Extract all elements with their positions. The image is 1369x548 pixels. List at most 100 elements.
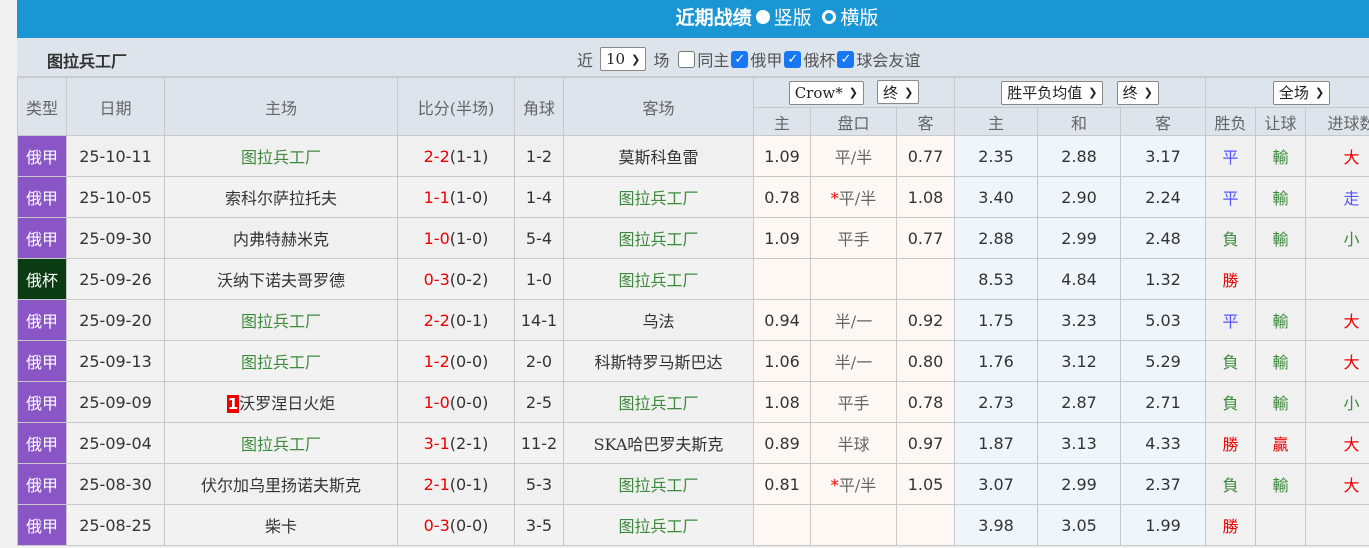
home-team-name[interactable]: 柴卡 (265, 517, 297, 536)
league-badge[interactable]: 俄甲 (17, 176, 67, 218)
away-team-name[interactable]: 图拉兵工厂 (618, 271, 698, 290)
away-team-name[interactable]: 图拉兵工厂 (618, 394, 698, 413)
rank-badge: 1 (226, 395, 240, 413)
handicap-stage-select[interactable]: 终 ❯ (877, 80, 920, 105)
score[interactable]: 2-2(0-1) (397, 299, 515, 341)
home-team-name[interactable]: 伏尔加乌里扬诺夫斯克 (201, 476, 361, 495)
panel-header: 近期战绩 竖版 横版 (17, 0, 1369, 38)
col-result: 胜负 (1205, 107, 1257, 136)
away-team-name[interactable]: 图拉兵工厂 (618, 230, 698, 249)
euro-draw-odds: 2.88 (1037, 135, 1121, 177)
checkbox-0[interactable] (678, 50, 696, 68)
full-score: 0-3 (423, 269, 450, 289)
league-badge[interactable]: 俄甲 (17, 381, 67, 423)
league-badge[interactable]: 俄甲 (17, 422, 67, 464)
handicap-line: 平/半 (810, 135, 897, 177)
handicap-line: 半球 (810, 422, 897, 464)
euro-home-odds: 2.73 (954, 381, 1038, 423)
score[interactable]: 1-0(1-0) (397, 217, 515, 259)
handicap-group: Crow* ❯ 终 ❯ (753, 77, 955, 108)
league-badge[interactable]: 俄甲 (17, 299, 67, 341)
goals-result: 大 (1305, 340, 1369, 382)
away-team-name[interactable]: 图拉兵工厂 (618, 476, 698, 495)
score[interactable]: 1-2(0-0) (397, 340, 515, 382)
league-badge[interactable]: 俄甲 (17, 340, 67, 382)
home-team: 1沃罗涅日火炬 (164, 381, 398, 423)
table-row: 俄甲 25-08-30 伏尔加乌里扬诺夫斯克 2-1(0-1) 5-3 图拉兵工厂 0.81… (17, 463, 1369, 505)
checkbox-1[interactable]: ✓ (731, 50, 749, 68)
match-date: 25-09-04 (66, 422, 165, 464)
handicap-line-value: 半/一 (834, 353, 873, 372)
home-team-name[interactable]: 沃罗涅日火炬 (239, 394, 335, 413)
handicap-home-odds: 1.09 (753, 135, 811, 177)
match-date: 25-08-25 (66, 504, 165, 546)
euro-home-odds: 1.87 (954, 422, 1038, 464)
score[interactable]: 1-0(0-0) (397, 381, 515, 423)
match-count-select[interactable]: 10 ❯ (600, 47, 647, 71)
home-team-name[interactable]: 图拉兵工厂 (241, 353, 321, 372)
score[interactable]: 1-1(1-0) (397, 176, 515, 218)
score[interactable]: 2-2(1-1) (397, 135, 515, 177)
league-badge[interactable]: 俄甲 (17, 217, 67, 259)
home-team-name[interactable]: 图拉兵工厂 (241, 435, 321, 454)
home-team-name[interactable]: 图拉兵工厂 (241, 312, 321, 331)
home-team-name[interactable]: 图拉兵工厂 (241, 148, 321, 167)
away-team-name[interactable]: 图拉兵工厂 (618, 189, 698, 208)
checkbox-2[interactable]: ✓ (784, 50, 802, 68)
away-team-name[interactable]: 图拉兵工厂 (618, 517, 698, 536)
league-badge[interactable]: 俄甲 (17, 463, 67, 505)
half-score: (0-0) (449, 392, 489, 412)
period-value: 全场 (1278, 84, 1309, 102)
period-select[interactable]: 全场 ❯ (1272, 80, 1331, 105)
checkbox-3[interactable]: ✓ (837, 50, 855, 68)
col-goals: 进球数 (1305, 107, 1369, 136)
euro-draw-odds: 3.13 (1037, 422, 1121, 464)
goals-result: 大 (1305, 135, 1369, 177)
euro-stage-value: 终 (1122, 84, 1138, 102)
away-team-name[interactable]: 科斯特罗马斯巴达 (594, 353, 722, 372)
score[interactable]: 0-3(0-0) (397, 504, 515, 546)
home-team-name[interactable]: 沃纳下诺夫哥罗德 (217, 271, 345, 290)
corners: 11-2 (514, 422, 564, 464)
handicap-line: 平手 (810, 217, 897, 259)
company-select[interactable]: Crow* ❯ (788, 80, 864, 105)
match-date: 25-10-05 (66, 176, 165, 218)
euro-type-select[interactable]: 胜平负均值 ❯ (1001, 80, 1104, 105)
handicap-away-odds (896, 258, 955, 300)
checkbox-label[interactable]: 同主 (697, 47, 729, 71)
euro-stage-select[interactable]: 终 ❯ (1116, 80, 1159, 105)
radio-vertical-label[interactable]: 竖版 (774, 7, 812, 29)
handicap-home-odds (753, 504, 811, 546)
col-hc-line: 盘口 (810, 107, 897, 136)
goals-result (1305, 258, 1369, 300)
radio-horizontal-label[interactable]: 横版 (840, 7, 878, 29)
half-score: (0-2) (449, 269, 489, 289)
checkbox-label[interactable]: 球会友谊 (856, 47, 920, 71)
league-badge[interactable]: 俄甲 (17, 135, 67, 177)
result: 負 (1205, 381, 1257, 423)
chevron-down-icon: ❯ (1088, 86, 1098, 99)
home-team-name[interactable]: 内弗特赫米克 (233, 230, 329, 249)
radio-vertical[interactable] (755, 10, 770, 24)
result: 平 (1205, 299, 1257, 341)
score[interactable]: 3-1(2-1) (397, 422, 515, 464)
away-team-name[interactable]: 莫斯科鱼雷 (618, 148, 698, 167)
handicap-line-value: 半球 (837, 435, 870, 454)
col-score: 比分(半场) (397, 77, 515, 136)
radio-horizontal[interactable] (822, 10, 837, 24)
table-row: 俄甲 25-09-30 内弗特赫米克 1-0(1-0) 5-4 图拉兵工厂 1.09 平手 0.… (17, 217, 1369, 259)
league-badge[interactable]: 俄甲 (17, 504, 67, 546)
handicap-line: 半/一 (810, 299, 897, 341)
away-team-name[interactable]: 乌法 (642, 312, 674, 331)
checkbox-label[interactable]: 俄甲 (750, 47, 782, 71)
away-team-name[interactable]: SKA哈巴罗夫斯克 (594, 435, 724, 454)
score[interactable]: 2-1(0-1) (397, 463, 515, 505)
match-date: 25-09-13 (66, 340, 165, 382)
home-team: 图拉兵工厂 (164, 135, 398, 177)
checkbox-label[interactable]: 俄杯 (803, 47, 835, 71)
score[interactable]: 0-3(0-2) (397, 258, 515, 300)
chevron-down-icon: ❯ (631, 52, 641, 66)
league-badge[interactable]: 俄杯 (17, 258, 67, 300)
home-team-name[interactable]: 索科尔萨拉托夫 (225, 189, 337, 208)
handicap-result: 輸 (1255, 381, 1307, 423)
